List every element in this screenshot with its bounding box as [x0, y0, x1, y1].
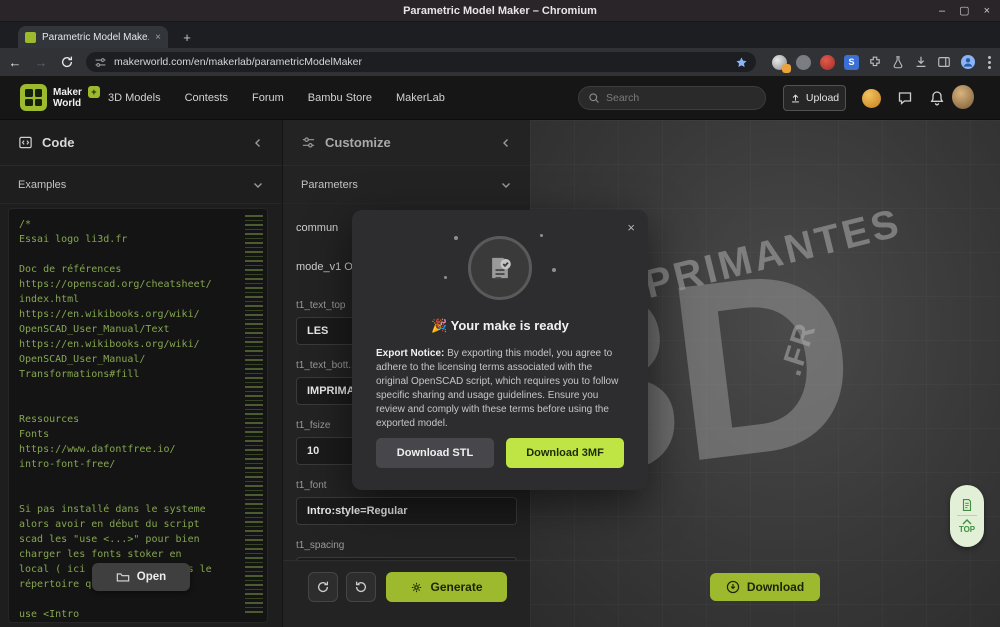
document-check-icon [468, 236, 532, 300]
nav-forum[interactable]: Forum [252, 92, 284, 104]
tab-favicon-icon [25, 31, 36, 43]
nav-contests[interactable]: Contests [185, 92, 228, 104]
tab-title: Parametric Model Make... [42, 31, 150, 43]
main-nav: 3D Models Contests Forum Bambu Store Mak… [108, 76, 445, 120]
download-3mf-button[interactable]: Download 3MF [506, 438, 624, 468]
download-stl-button[interactable]: Download STL [376, 438, 494, 468]
modal-close-icon[interactable]: × [627, 220, 635, 235]
extension-icon[interactable] [772, 54, 791, 73]
upload-button[interactable]: Upload [783, 85, 846, 111]
nav-3d-models[interactable]: 3D Models [108, 92, 161, 104]
nav-bambu-store[interactable]: Bambu Store [308, 92, 372, 104]
gear-icon [410, 581, 423, 594]
makerworld-logo[interactable]: Maker World + [20, 84, 100, 111]
download-circle-icon [726, 580, 740, 594]
screen: Parametric Model Maker – Chromium – ▢ × … [0, 0, 1000, 627]
modal-export-notice: Export Notice: By exporting this model, … [376, 348, 619, 429]
window-titlebar: Parametric Model Maker – Chromium – ▢ × [0, 0, 1000, 22]
param-t1-spacing: t1_spacing [296, 540, 517, 560]
nav-makerlab[interactable]: MakerLab [396, 92, 445, 104]
address-bar[interactable]: makerworld.com/en/makerlab/parametricMod… [86, 52, 756, 72]
search-icon [588, 92, 600, 104]
code-icon [18, 135, 33, 150]
open-file-button[interactable]: Open [92, 563, 190, 591]
bookmark-star-icon[interactable] [735, 56, 748, 69]
code-panel-title: Code [42, 135, 75, 150]
scroll-widget: TOP [950, 485, 984, 547]
search-placeholder: Search [606, 92, 640, 104]
messages-icon[interactable] [894, 87, 916, 109]
modal-title: 🎉 Your make is ready [431, 318, 569, 333]
close-button[interactable]: × [984, 5, 990, 17]
notifications-bell-icon[interactable] [926, 87, 948, 109]
sliders-icon [301, 135, 316, 150]
user-avatar[interactable] [952, 85, 974, 109]
reload-icon[interactable] [56, 51, 78, 73]
parameters-dropdown[interactable]: Parameters [283, 166, 530, 204]
window-title: Parametric Model Maker – Chromium [403, 4, 597, 17]
download-button[interactable]: Download [710, 573, 820, 601]
customize-panel-header: Customize [283, 120, 530, 166]
undo-button[interactable] [346, 572, 376, 602]
make-ready-modal: × 🎉 Your make is ready Export Notice: By… [352, 210, 648, 490]
upload-icon [790, 93, 801, 104]
modal-buttons: Download STL Download 3MF [376, 438, 624, 468]
window-controls: – ▢ × [939, 0, 990, 22]
customize-footer: Generate [283, 560, 530, 627]
extension-badge [782, 63, 791, 73]
chevron-down-icon [500, 179, 512, 191]
browser-toolbar: ← → makerworld.com/en/makerlab/parametri… [0, 48, 1000, 76]
new-tab-button[interactable]: + [178, 28, 196, 46]
chevron-down-icon [252, 179, 264, 191]
forward-icon[interactable]: → [30, 51, 52, 73]
site-header: Maker World + 3D Models Contests Forum B… [0, 76, 1000, 120]
extension-icon[interactable] [796, 54, 811, 70]
tab-close-icon[interactable]: × [155, 32, 161, 43]
search-input[interactable]: Search [578, 86, 766, 110]
refresh-button[interactable] [308, 572, 338, 602]
credits-coin-icon[interactable] [860, 87, 882, 109]
code-panel: Code Examples /* Essai logo li3d.fr Doc … [0, 120, 282, 627]
sparkle-decoration [552, 268, 556, 272]
profile-avatar-icon[interactable] [960, 54, 976, 70]
back-icon[interactable]: ← [4, 51, 26, 73]
site-info-icon[interactable] [94, 56, 107, 69]
script-doc-icon[interactable] [960, 498, 974, 512]
side-panel-icon[interactable] [937, 55, 951, 69]
editor-minimap[interactable] [245, 215, 263, 616]
browser-tab[interactable]: Parametric Model Make... × [18, 26, 168, 48]
lab-flask-icon[interactable] [891, 55, 905, 69]
url-text[interactable]: makerworld.com/en/makerlab/parametricMod… [114, 56, 728, 68]
logo-text: Maker World [53, 86, 82, 109]
folder-icon [116, 570, 130, 584]
sparkle-decoration [454, 236, 458, 240]
code-panel-header: Code [0, 120, 282, 166]
collapse-left-icon[interactable] [500, 137, 512, 149]
scroll-to-top-button[interactable]: TOP [959, 519, 975, 534]
examples-dropdown[interactable]: Examples [0, 166, 282, 204]
makerworld-logo-icon [20, 84, 47, 111]
extension-s-icon[interactable]: S [844, 54, 859, 70]
extensions-puzzle-icon[interactable] [868, 55, 882, 69]
toolbar-extensions: S [772, 52, 994, 73]
extension-icon[interactable] [820, 54, 835, 70]
t1-font-input[interactable]: Intro:style=Regular [296, 497, 517, 525]
customize-panel-title: Customize [325, 135, 391, 150]
generate-button[interactable]: Generate [386, 572, 507, 602]
browser-tabstrip: Parametric Model Make... × + [0, 22, 1000, 48]
sparkle-decoration [444, 276, 447, 279]
sparkle-decoration [540, 234, 543, 237]
downloads-icon[interactable] [914, 55, 928, 69]
minimize-button[interactable]: – [939, 5, 945, 17]
collapse-left-icon[interactable] [252, 137, 264, 149]
maximize-button[interactable]: ▢ [959, 5, 969, 17]
browser-menu-icon[interactable] [985, 55, 994, 69]
logo-plus-badge: + [87, 86, 100, 98]
code-editor[interactable]: /* Essai logo li3d.fr Doc de références … [8, 208, 268, 623]
